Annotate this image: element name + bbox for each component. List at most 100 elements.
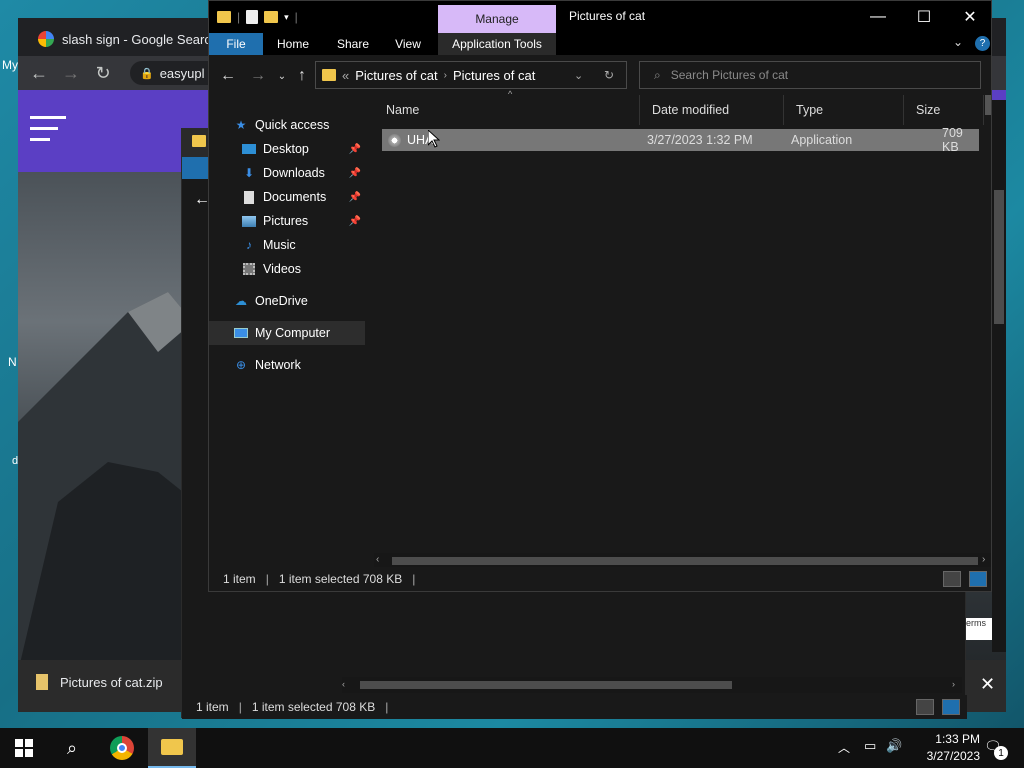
recent-locations-icon[interactable]: ⌄ (271, 65, 293, 87)
hamburger-menu-icon[interactable] (30, 116, 66, 141)
windows-start-icon[interactable] (0, 728, 48, 768)
scroll-right-icon[interactable]: › (952, 679, 955, 689)
nav-item-onedrive[interactable]: ☁ OneDrive (209, 289, 365, 313)
status-item-count: 1 item (196, 700, 229, 714)
clock-date: 3/27/2023 (926, 749, 980, 763)
maximize-icon[interactable]: ☐ (901, 1, 947, 33)
mouse-cursor-icon (428, 130, 440, 148)
reload-icon[interactable]: ↻ (92, 62, 114, 84)
search-icon: ⌕ (654, 67, 661, 82)
nav-item-desktop[interactable]: Desktop 📌 (209, 137, 365, 161)
zip-file-icon (36, 674, 48, 690)
desktop-icon (241, 142, 257, 156)
forward-arrow-icon[interactable]: → (60, 62, 82, 84)
navigation-pane: ★ Quick access Desktop 📌 ⬇ Downloads 📌 D… (209, 95, 365, 565)
close-icon[interactable]: ✕ (947, 1, 993, 33)
manage-tab[interactable]: Manage (438, 5, 556, 33)
breadcrumb-item[interactable]: Pictures of cat (453, 68, 535, 83)
search-box[interactable]: ⌕ Search Pictures of cat (639, 61, 981, 89)
details-view-button[interactable] (943, 571, 961, 587)
pin-icon[interactable]: 📌 (349, 168, 361, 179)
scrollbar-thumb[interactable] (392, 557, 978, 565)
nav-item-network[interactable]: ⊕ Network (209, 353, 365, 377)
details-view-button[interactable] (916, 699, 934, 715)
pin-icon[interactable]: 📌 (349, 216, 361, 227)
desktop-icon-label[interactable]: N (8, 355, 17, 369)
search-icon[interactable]: ⌕ (48, 728, 96, 768)
column-header-type[interactable]: Type (784, 95, 904, 125)
nav-item-documents[interactable]: Documents 📌 (209, 185, 365, 209)
volume-icon[interactable]: 🔊 (886, 738, 902, 754)
nav-item-pictures[interactable]: Pictures 📌 (209, 209, 365, 233)
scroll-left-icon[interactable]: ‹ (376, 554, 379, 565)
nav-item-music[interactable]: ♪ Music (209, 233, 365, 257)
back-arrow-icon[interactable]: ← (28, 62, 50, 84)
close-icon[interactable]: ✕ (980, 674, 995, 695)
scroll-right-icon[interactable]: › (982, 554, 985, 565)
new-folder-icon[interactable] (264, 11, 279, 23)
chevron-up-icon[interactable]: ︿ (838, 739, 850, 756)
large-icons-view-button[interactable] (942, 699, 960, 715)
nav-item-my-computer[interactable]: My Computer (209, 321, 365, 345)
chrome-page-scrollbar[interactable] (992, 100, 1006, 652)
horizontal-scrollbar[interactable]: ‹ › (342, 677, 962, 693)
file-explorer-icon[interactable] (148, 728, 196, 768)
chevron-down-icon[interactable]: ⌄ (574, 69, 583, 82)
chrome-icon[interactable] (98, 728, 146, 768)
refresh-icon[interactable]: ↻ (604, 68, 614, 82)
forward-arrow-icon[interactable]: → (247, 65, 269, 87)
lock-icon: 🔒 (140, 67, 154, 80)
nav-item-videos[interactable]: Videos (209, 257, 365, 281)
toolbar-separator: | (294, 10, 298, 24)
column-header-size[interactable]: Size (904, 95, 984, 125)
download-filename: Pictures of cat.zip (60, 674, 163, 690)
status-separator: | (385, 700, 389, 714)
scroll-left-icon[interactable]: ‹ (342, 679, 345, 689)
scrollbar-thumb[interactable] (360, 681, 732, 689)
minimize-icon[interactable]: — (855, 1, 901, 33)
pin-icon[interactable]: 📌 (349, 144, 361, 155)
tab-share[interactable]: Share (331, 33, 375, 55)
desktop-icon-label[interactable]: My (2, 58, 18, 72)
chrome-tab[interactable]: slash sign - Google Search (32, 22, 232, 56)
column-header-date[interactable]: Date modified (640, 95, 784, 125)
chrome-address-bar[interactable]: 🔒 easyupl (130, 61, 220, 85)
taskbar-clock[interactable]: 1:33 PM 3/27/2023 (927, 731, 980, 765)
large-icons-view-button[interactable] (969, 571, 987, 587)
chevron-down-icon[interactable]: ⌄ (953, 35, 963, 49)
address-bar[interactable]: « Pictures of cat › Pictures of cat ⌄ ↻ (315, 61, 627, 89)
tab-view[interactable]: View (389, 33, 427, 55)
vertical-scrollbar[interactable] (985, 95, 991, 115)
breadcrumb-item[interactable]: Pictures of cat (355, 68, 437, 83)
nav-item-quick-access[interactable]: ★ Quick access (209, 113, 365, 137)
network-tray-icon[interactable]: ▭ (864, 738, 876, 754)
nav-label: Quick access (255, 118, 330, 132)
nav-label: Downloads (263, 166, 325, 180)
file-explorer-window: | ▾ | Manage Pictures of cat — ☐ ✕ File … (208, 0, 992, 592)
help-icon[interactable]: ? (975, 36, 990, 51)
quick-access-toolbar: | ▾ | (217, 5, 298, 29)
table-row[interactable]: UHA 3/27/2023 1:32 PM Application 709 KB (382, 126, 979, 154)
column-header-name[interactable]: Name (374, 95, 640, 125)
file-type: Application (791, 133, 853, 147)
back-arrow-icon[interactable]: ← (217, 65, 239, 87)
network-icon: ⊕ (235, 358, 247, 372)
folder-icon (192, 135, 206, 147)
nav-label: Pictures (263, 214, 309, 228)
scrollbar-thumb[interactable] (994, 190, 1004, 324)
chevron-down-icon[interactable]: ▾ (284, 12, 289, 23)
document-icon (241, 190, 257, 204)
tab-application-tools[interactable]: Application Tools (438, 33, 556, 55)
properties-icon[interactable] (246, 10, 259, 24)
search-placeholder: Search Pictures of cat (670, 68, 789, 82)
taskbar: ⌕ ︿ ▭ 🔊 1:33 PM 3/27/2023 🗨 1 (0, 728, 1024, 768)
pin-icon[interactable]: 📌 (349, 192, 361, 203)
tab-home[interactable]: Home (271, 33, 315, 55)
up-arrow-icon[interactable]: ↑ (291, 65, 313, 87)
tab-file[interactable]: File (209, 33, 263, 55)
nav-item-downloads[interactable]: ⬇ Downloads 📌 (209, 161, 365, 185)
nav-label: Desktop (263, 142, 309, 156)
breadcrumb-overflow[interactable]: « (342, 68, 349, 83)
download-item[interactable]: Pictures of cat.zip (36, 674, 163, 690)
pictures-icon (241, 214, 257, 228)
